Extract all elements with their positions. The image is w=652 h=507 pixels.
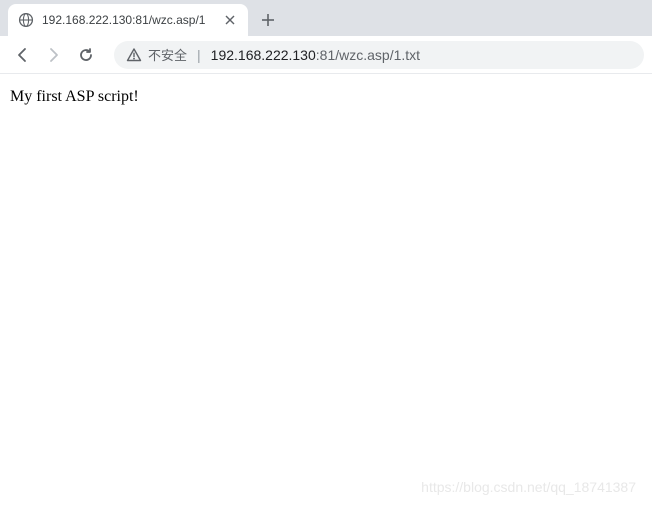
divider: |	[197, 47, 201, 63]
globe-icon	[18, 12, 34, 28]
browser-tab[interactable]: 192.168.222.130:81/wzc.asp/1	[8, 4, 248, 36]
url-port: :81	[316, 47, 335, 63]
url-host: 192.168.222.130	[211, 47, 316, 63]
forward-button[interactable]	[40, 41, 68, 69]
address-bar[interactable]: 不安全 | 192.168.222.130:81/wzc.asp/1.txt	[114, 41, 644, 69]
reload-button[interactable]	[72, 41, 100, 69]
page-content: My first ASP script!	[0, 74, 652, 120]
watermark: https://blog.csdn.net/qq_18741387	[421, 479, 636, 495]
security-indicator: 不安全	[126, 45, 187, 64]
new-tab-button[interactable]	[254, 6, 282, 34]
page-body-text: My first ASP script!	[10, 88, 139, 105]
toolbar: 不安全 | 192.168.222.130:81/wzc.asp/1.txt	[0, 36, 652, 74]
url-path: /wzc.asp/1.txt	[335, 47, 420, 63]
close-icon[interactable]	[222, 12, 238, 28]
tab-strip: 192.168.222.130:81/wzc.asp/1	[0, 0, 652, 36]
warning-icon	[126, 47, 142, 63]
back-button[interactable]	[8, 41, 36, 69]
url-display: 192.168.222.130:81/wzc.asp/1.txt	[211, 47, 420, 63]
tab-title: 192.168.222.130:81/wzc.asp/1	[42, 13, 214, 27]
security-label: 不安全	[148, 45, 187, 64]
